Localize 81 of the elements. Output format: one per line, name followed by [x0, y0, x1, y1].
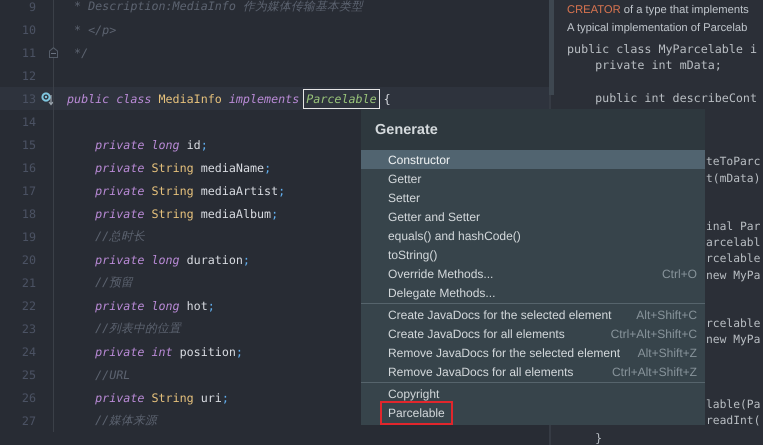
- menu-item[interactable]: Getter: [361, 169, 705, 188]
- punctuation-text: ;: [200, 138, 208, 152]
- menu-item[interactable]: Constructor: [361, 150, 705, 169]
- punctuation-text: ;: [271, 206, 278, 220]
- shortcut-text: Alt+Shift+Z: [638, 346, 697, 360]
- menu-item[interactable]: Setter: [361, 188, 705, 207]
- identifier-text: mediaAlbum: [200, 206, 272, 220]
- code-text: readInt(: [706, 414, 760, 428]
- keyword-text: private long: [94, 298, 181, 312]
- menu-item[interactable]: Remove JavaDocs for all elements Ctrl+Alt+Shift+Z: [361, 362, 705, 381]
- menu-item[interactable]: Getter and Setter: [361, 207, 705, 226]
- code-text: new MyPa: [706, 268, 760, 282]
- menu-item[interactable]: equals() and hashCode(): [361, 226, 705, 245]
- keyword-text: private: [94, 160, 146, 174]
- punctuation-text: ;: [236, 344, 243, 358]
- keyword-text: public class: [67, 92, 152, 106]
- type-name-text: String: [151, 206, 195, 220]
- menu-item[interactable]: Remove JavaDocs for the selected element Alt+Shift+Z: [361, 343, 705, 362]
- menu-item[interactable]: Create JavaDocs for the selected element Alt+Shift+C: [361, 305, 705, 324]
- punctuation-text: ;: [264, 160, 272, 174]
- identifier-text: mediaName: [200, 160, 264, 174]
- type-name-text: String: [151, 160, 195, 174]
- fold-marker-icon[interactable]: [49, 47, 58, 58]
- identifier-text: duration: [186, 252, 243, 266]
- documentation-text: A typical implementation of Parcelab: [567, 21, 748, 36]
- shortcut-text: Alt+Shift+C: [636, 308, 697, 322]
- keyword-text: private: [94, 390, 146, 404]
- code-text: rcelable: [706, 317, 760, 330]
- keyword-text: private long: [94, 252, 181, 266]
- highlight-frame: Parcelable: [380, 400, 453, 424]
- menu-item[interactable]: Create JavaDocs for all elements Ctrl+Alt+Shift+C: [361, 324, 705, 343]
- code-comment: //URL: [94, 368, 130, 382]
- menu-item[interactable]: Delegate Methods...: [361, 283, 705, 302]
- code-text: teToParc: [706, 155, 760, 168]
- interface-name-text: Parcelable: [306, 92, 377, 106]
- type-name-text: String: [151, 390, 195, 404]
- circle-arrow-icon[interactable]: [40, 92, 54, 106]
- code-text: rcelable: [706, 252, 760, 266]
- menu-item[interactable]: Copyright: [361, 384, 705, 403]
- code-text: lable(Pa: [706, 398, 760, 412]
- punctuation-text: ;: [222, 390, 229, 404]
- code-comment: //列表中的位置: [94, 321, 182, 335]
- keyword-text: private int: [94, 344, 174, 358]
- identifier-text: mediaArtist: [200, 184, 278, 198]
- code-text: new MyPa: [706, 333, 760, 346]
- code-comment: //总时长: [94, 229, 146, 243]
- code-text: }: [594, 430, 602, 444]
- code-text: t(mData): [706, 172, 760, 184]
- identifier-text: hot: [186, 298, 208, 312]
- code-comment: //媒体来源: [94, 413, 158, 427]
- code-text: arcelabl: [706, 236, 760, 250]
- code-comment: * Description:MediaInfo 作为媒体传输基本类型: [73, 0, 363, 13]
- menu-item[interactable]: Parcelable: [361, 403, 705, 422]
- class-name-text: MediaInfo: [158, 92, 223, 106]
- identifier-text: id: [186, 138, 201, 152]
- punctuation-text: ;: [242, 252, 250, 266]
- keyword-text: private: [94, 206, 146, 220]
- menu-item[interactable]: toString(): [361, 245, 705, 264]
- punctuation-text: ;: [278, 184, 286, 198]
- keyword-text: implements: [228, 92, 300, 106]
- code-text: public class MyParcelable i: [567, 42, 757, 56]
- code-comment: */: [73, 46, 88, 60]
- menu-item[interactable]: Override Methods... Ctrl+O: [361, 264, 705, 283]
- shortcut-text: Ctrl+Alt+Shift+Z: [612, 364, 697, 378]
- code-text: public int describeCont: [594, 90, 757, 105]
- shortcut-text: Ctrl+O: [662, 266, 697, 280]
- punctuation-text: ;: [208, 298, 215, 312]
- type-name-text: String: [151, 184, 195, 198]
- code-comment: * </p>: [73, 22, 116, 36]
- documentation-text: CREATOR of a type that implements: [567, 3, 750, 18]
- code-comment: //预留: [94, 275, 134, 289]
- shortcut-text: Ctrl+Alt+Shift+C: [610, 326, 697, 340]
- identifier-text: position: [180, 344, 236, 358]
- keyword-text: private long: [94, 138, 181, 152]
- keyword-text: private: [94, 184, 146, 198]
- identifier-text: uri: [200, 390, 222, 404]
- scrollbar-thumb[interactable]: [549, 0, 554, 95]
- code-text: private int mData;: [594, 58, 722, 72]
- identifier-text: {: [382, 92, 391, 106]
- popup-title: Generate: [361, 109, 705, 150]
- code-text: inal Par: [706, 220, 760, 234]
